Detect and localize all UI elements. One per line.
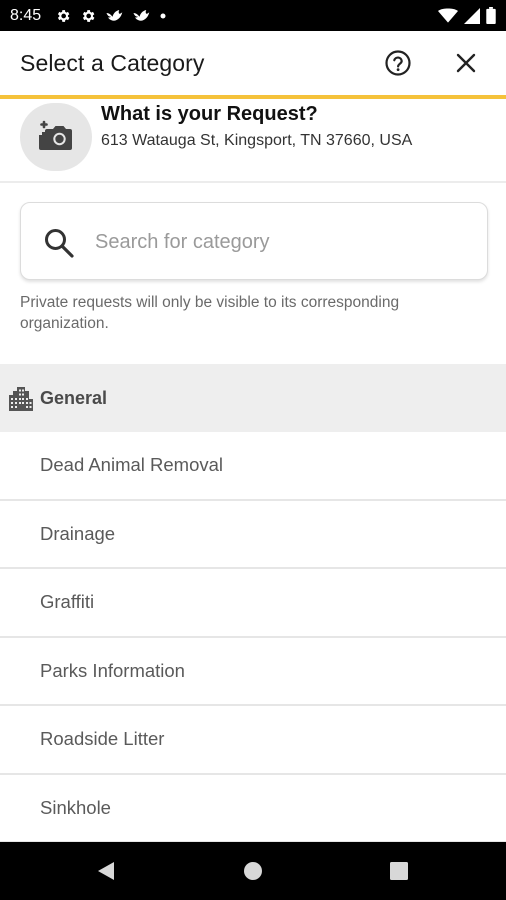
add-photo-icon — [39, 120, 72, 150]
dot-icon — [159, 12, 167, 20]
search-box[interactable] — [20, 202, 488, 280]
close-icon — [456, 53, 476, 73]
request-title: What is your Request? — [101, 103, 318, 125]
home-circle-icon — [244, 862, 262, 880]
signal-icon — [464, 7, 480, 24]
help-circle-icon — [385, 50, 411, 76]
category-item[interactable]: Sinkhole — [0, 774, 506, 843]
building-icon — [9, 387, 33, 411]
app-header: Select a Category — [0, 31, 506, 95]
search-input[interactable] — [95, 221, 475, 263]
wifi-icon — [438, 8, 458, 24]
add-photo-button[interactable] — [20, 103, 92, 171]
back-button[interactable] — [82, 847, 130, 895]
category-group-header: General — [0, 364, 506, 432]
notification-icons — [55, 8, 167, 24]
bird-icon — [132, 8, 150, 24]
status-bar: 8:45 — [0, 0, 506, 31]
category-item[interactable]: Roadside Litter — [0, 706, 506, 775]
request-section: What is your Request? 613 Watauga St, Ki… — [0, 99, 506, 183]
category-item[interactable]: Drainage — [0, 500, 506, 569]
recents-square-icon — [390, 862, 408, 880]
system-status-icons — [438, 7, 496, 24]
request-text: What is your Request? 613 Watauga St, Ki… — [101, 103, 412, 150]
recents-button[interactable] — [375, 847, 423, 895]
home-button[interactable] — [229, 847, 277, 895]
navigation-bar — [0, 842, 506, 900]
search-icon — [45, 229, 74, 258]
page-title: Select a Category — [20, 49, 205, 76]
bird-icon — [105, 8, 123, 24]
help-button[interactable] — [374, 39, 422, 87]
close-button[interactable] — [442, 39, 490, 87]
gear-icon — [55, 8, 71, 24]
category-item[interactable]: Dead Animal Removal — [0, 432, 506, 501]
request-address: 613 Watauga St, Kingsport, TN 37660, USA — [101, 132, 413, 149]
category-group-label: General — [40, 388, 108, 408]
back-triangle-icon — [98, 862, 114, 880]
header-actions — [374, 39, 506, 87]
category-item[interactable]: Parks Information — [0, 637, 506, 706]
category-list: Dead Animal Removal Drainage Graffiti Pa… — [0, 432, 506, 843]
status-time: 8:45 — [10, 6, 42, 24]
category-item[interactable]: Graffiti — [0, 569, 506, 638]
battery-icon — [486, 7, 496, 24]
gear-icon — [80, 8, 96, 24]
private-note: Private requests will only be visible to… — [20, 294, 400, 332]
